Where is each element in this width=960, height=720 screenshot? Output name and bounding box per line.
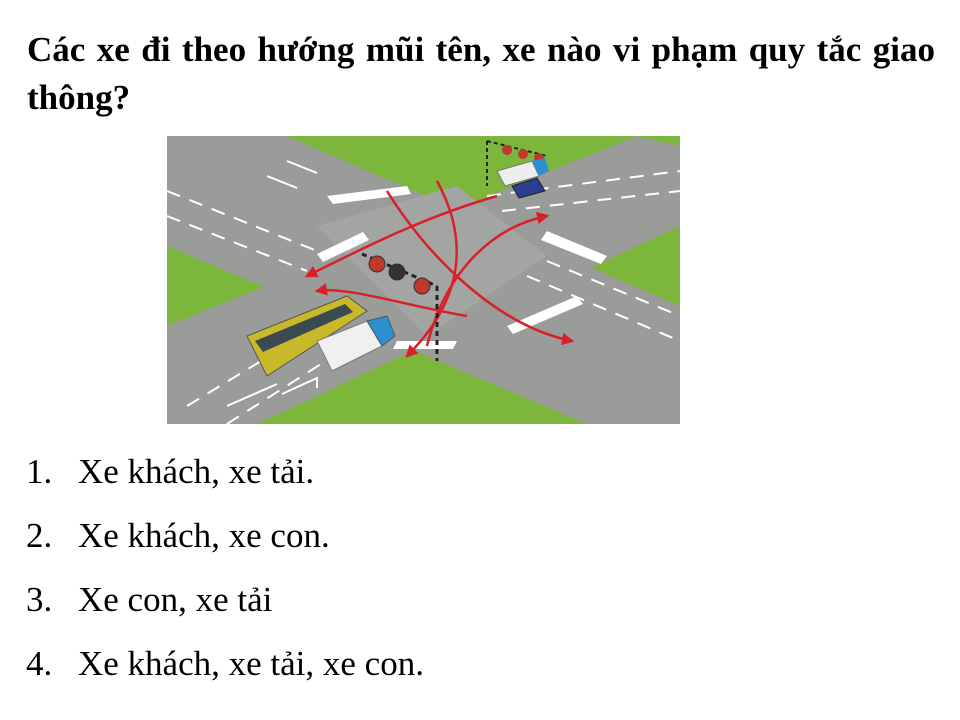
- answer-number: 4.: [26, 644, 53, 683]
- question-text: Các xe đi theo hướng mũi tên, xe nào vi …: [27, 30, 935, 117]
- answer-option-4[interactable]: 4. Xe khách, xe tải, xe con.: [26, 642, 424, 686]
- answer-text: Xe khách, xe tải.: [78, 452, 315, 491]
- answer-text: Xe khách, xe con.: [78, 516, 330, 555]
- answer-number: 2.: [26, 516, 53, 555]
- intersection-illustration: [167, 136, 680, 424]
- answer-text: Xe khách, xe tải, xe con.: [78, 644, 424, 683]
- answer-text: Xe con, xe tải: [78, 580, 273, 619]
- answer-option-1[interactable]: 1. Xe khách, xe tải.: [26, 450, 424, 494]
- answer-number: 3.: [26, 580, 53, 619]
- answer-number: 1.: [26, 452, 53, 491]
- answer-option-3[interactable]: 3. Xe con, xe tải: [26, 578, 424, 622]
- answer-option-2[interactable]: 2. Xe khách, xe con.: [26, 514, 424, 558]
- answer-list: 1. Xe khách, xe tải. 2. Xe khách, xe con. …: [26, 450, 424, 706]
